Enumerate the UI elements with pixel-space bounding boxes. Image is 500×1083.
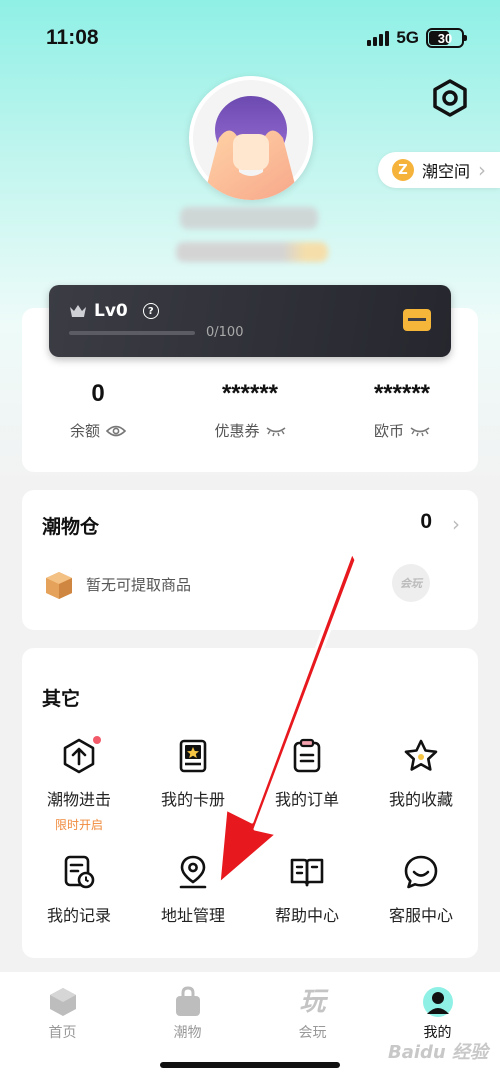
chevron-right-icon: › (478, 158, 486, 182)
balance-label: 余额 (69, 422, 100, 440)
order-clipboard-icon (289, 738, 325, 774)
blurred-username (180, 207, 318, 229)
profile-icon (422, 986, 454, 1018)
warehouse-title: 潮物仓 (42, 516, 100, 538)
home-indicator (160, 1062, 340, 1068)
grid-item-label: 潮物进击 (46, 790, 111, 809)
package-box-icon (44, 570, 74, 600)
status-time: 11:08 (46, 26, 99, 49)
grid-item-customer-service[interactable]: 客服中心 (364, 854, 478, 926)
grid-item-address[interactable]: 地址管理 (136, 854, 250, 926)
other-card: 其它 潮物进击 限时开启 我的卡册 我的订单 我的收藏 我的记录 地址管理 帮助… (22, 648, 478, 958)
grid-item-label: 我的记录 (46, 906, 111, 925)
space-z-icon: Z (391, 159, 414, 181)
eye-closed-icon[interactable] (266, 425, 286, 437)
tab-chaowu[interactable]: 潮物 (125, 986, 250, 1042)
level-progress-text: 0/100 (206, 325, 244, 340)
signal-icon (367, 30, 390, 46)
chat-icon (403, 854, 439, 890)
tab-huiwan[interactable]: 玩 会玩 (250, 986, 375, 1042)
grid-item-card-album[interactable]: 我的卡册 (136, 738, 250, 810)
coupon-value: ****** (221, 380, 279, 407)
grid-item-favorites[interactable]: 我的收藏 (364, 738, 478, 810)
ticket-icon[interactable] (403, 309, 431, 331)
star-icon (403, 738, 439, 774)
balance-value: 0 (91, 380, 105, 407)
warehouse-empty-text: 暂无可提取商品 (86, 576, 192, 594)
warehouse-card[interactable]: 潮物仓 0 › 暂无可提取商品 会玩 (22, 490, 478, 630)
coin-value: ****** (373, 380, 431, 407)
tab-label: 会玩 (298, 1025, 327, 1041)
location-pin-icon (175, 854, 211, 890)
help-question-icon[interactable]: ? (142, 303, 159, 319)
avatar[interactable] (189, 76, 313, 200)
crown-icon (70, 305, 86, 317)
play-text-icon: 玩 (299, 987, 326, 1017)
coin-label: 欧币 (373, 422, 404, 440)
baidu-watermark: Baidu 经验 (387, 1042, 488, 1063)
coupon-stat[interactable]: ****** 优惠券 (174, 380, 326, 441)
grid-item-label: 地址管理 (160, 906, 225, 925)
level-progress-bar (69, 331, 195, 335)
grid-item-help[interactable]: 帮助中心 (250, 854, 364, 926)
network-label: 5G (396, 28, 419, 47)
grid-item-label: 我的收藏 (388, 790, 453, 809)
battery-icon: 30 (426, 28, 467, 48)
grid-item-orders[interactable]: 我的订单 (250, 738, 364, 810)
tab-label: 首页 (48, 1025, 77, 1041)
eye-open-icon[interactable] (106, 424, 126, 438)
level-card[interactable]: Lv0 ? 0/100 (49, 285, 451, 357)
record-icon (61, 854, 97, 890)
space-link-label: 潮空间 (421, 162, 470, 181)
shopping-bag-icon (172, 986, 204, 1018)
eye-closed-icon[interactable] (410, 425, 430, 437)
grid-item-label: 客服中心 (388, 906, 453, 925)
other-title: 其它 (42, 688, 81, 710)
coupon-label: 优惠券 (214, 422, 260, 440)
blurred-user-info (176, 242, 328, 262)
home-cube-icon (47, 986, 79, 1018)
grid-item-records[interactable]: 我的记录 (22, 854, 136, 926)
card-album-icon (175, 738, 211, 774)
level-label: Lv0 (94, 301, 128, 321)
space-link-button[interactable]: Z 潮空间 › (377, 152, 500, 188)
grid-item-label: 我的订单 (274, 790, 339, 809)
huiwan-logo: 会玩 (392, 564, 430, 602)
hexagon-arrow-icon (61, 736, 101, 774)
notification-dot (93, 736, 101, 744)
tab-home[interactable]: 首页 (0, 986, 125, 1042)
coin-stat[interactable]: ****** 欧币 (326, 380, 478, 441)
status-indicators: 5G 30 (367, 28, 467, 48)
warehouse-count: 0 (420, 510, 432, 533)
chevron-right-icon: › (452, 512, 460, 536)
grid-item-chaowu-jinji[interactable]: 潮物进击 限时开启 (22, 736, 136, 833)
tab-label: 潮物 (173, 1025, 202, 1041)
grid-item-label: 帮助中心 (274, 906, 339, 925)
grid-item-label: 我的卡册 (160, 790, 225, 809)
settings-gear-icon[interactable] (430, 78, 470, 118)
grid-item-sublabel: 限时开启 (54, 818, 103, 832)
balance-stat[interactable]: 0 余额 (22, 380, 174, 441)
book-icon (289, 854, 325, 890)
tab-mine[interactable]: 我的 (375, 986, 500, 1042)
